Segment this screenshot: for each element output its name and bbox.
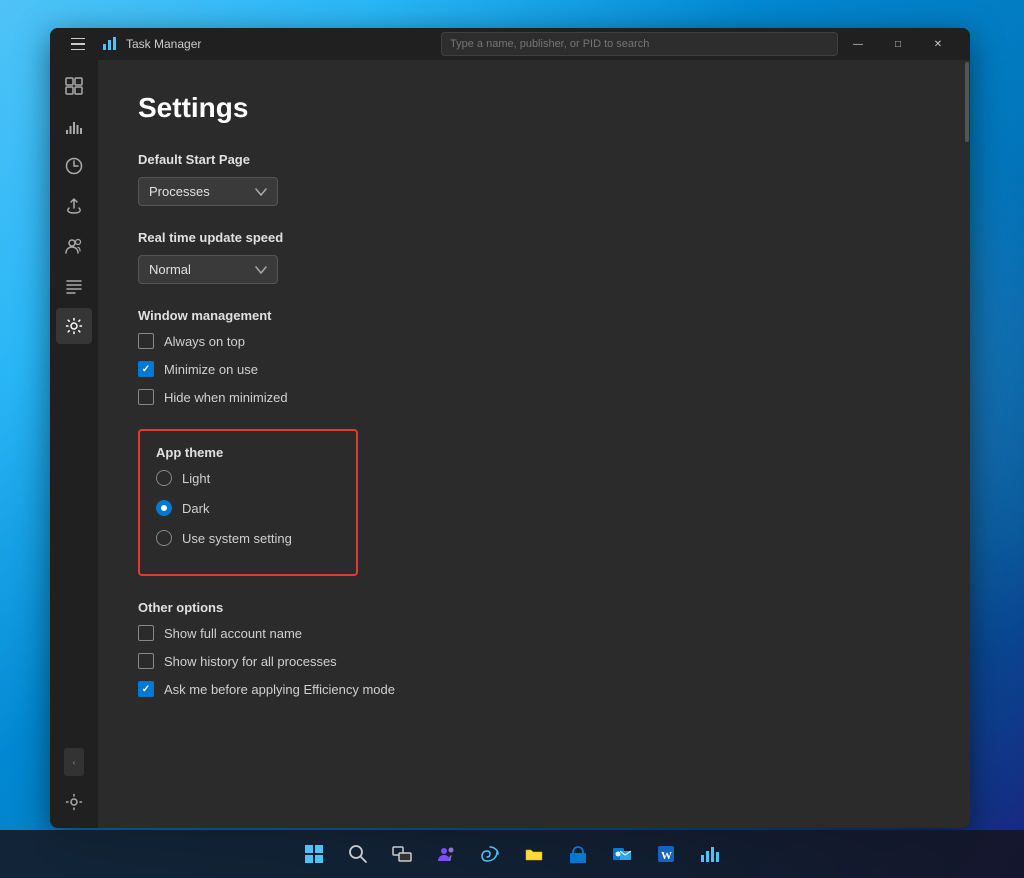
store-icon xyxy=(568,844,588,864)
minimize-on-use-label: Minimize on use xyxy=(164,362,258,377)
page-title: Settings xyxy=(138,92,924,124)
dropdown-value: Processes xyxy=(149,184,210,199)
taskbar-store-button[interactable] xyxy=(558,834,598,874)
other-options-label: Other options xyxy=(138,600,924,615)
explorer-icon xyxy=(524,844,544,864)
always-on-top-checkbox[interactable] xyxy=(138,333,154,349)
app-icon xyxy=(102,36,118,52)
window-title: Task Manager xyxy=(126,37,201,51)
search-icon xyxy=(348,844,368,864)
sidebar-collapse-button[interactable]: ‹ xyxy=(64,748,84,776)
checkbox-hide-when-minimized[interactable]: Hide when minimized xyxy=(138,389,924,405)
task-manager-icon xyxy=(700,844,720,864)
sidebar-item-users[interactable] xyxy=(56,228,92,264)
section-other-options: Other options Show full account name Sho… xyxy=(138,600,924,697)
window-controls: — □ ✕ xyxy=(838,28,958,60)
outlook-icon xyxy=(612,844,632,864)
radio-dark[interactable]: Dark xyxy=(156,500,340,516)
app-theme-section: App theme Light Dark Use system setting xyxy=(138,429,358,576)
taskview-icon xyxy=(392,844,412,864)
update-speed-label: Real time update speed xyxy=(138,230,924,245)
default-start-page-dropdown[interactable]: Processes xyxy=(138,177,278,206)
taskbar-teams-button[interactable] xyxy=(426,834,466,874)
taskbar-word-button[interactable]: W xyxy=(646,834,686,874)
section-default-start-page: Default Start Page Processes xyxy=(138,152,924,206)
main-layout: ‹ Settings Default Start Page Processes xyxy=(50,60,970,828)
maximize-button[interactable]: □ xyxy=(878,28,918,60)
sidebar-item-settings[interactable] xyxy=(56,308,92,344)
checkbox-minimize-on-use[interactable]: Minimize on use xyxy=(138,361,924,377)
title-bar-left: Task Manager xyxy=(62,28,441,60)
taskbar-outlook-button[interactable] xyxy=(602,834,642,874)
system-radio[interactable] xyxy=(156,530,172,546)
radio-system[interactable]: Use system setting xyxy=(156,530,340,546)
chevron-down-icon xyxy=(255,188,267,196)
search-bar[interactable] xyxy=(441,32,838,56)
efficiency-mode-checkbox[interactable] xyxy=(138,681,154,697)
taskbar-taskview-button[interactable] xyxy=(382,834,422,874)
sidebar-item-startup[interactable] xyxy=(56,188,92,224)
sidebar-item-processes[interactable] xyxy=(56,68,92,104)
task-manager-window: Task Manager — □ ✕ xyxy=(50,28,970,828)
chevron-down-icon xyxy=(255,266,267,274)
taskbar-edge-button[interactable] xyxy=(470,834,510,874)
section-window-management: Window management Always on top Minimize… xyxy=(138,308,924,405)
show-account-name-checkbox[interactable] xyxy=(138,625,154,641)
sidebar-item-details[interactable] xyxy=(56,268,92,304)
section-update-speed: Real time update speed Normal xyxy=(138,230,924,284)
search-input[interactable] xyxy=(450,38,829,50)
sidebar-item-gear[interactable] xyxy=(56,784,92,820)
sidebar-bottom: ‹ xyxy=(50,748,98,828)
sidebar-item-performance[interactable] xyxy=(56,108,92,144)
windows-logo-icon xyxy=(304,844,324,864)
scrollbar-track[interactable] xyxy=(964,60,970,828)
taskbar-search-button[interactable] xyxy=(338,834,378,874)
show-history-checkbox[interactable] xyxy=(138,653,154,669)
app-theme-label: App theme xyxy=(156,445,340,460)
hide-when-minimized-label: Hide when minimized xyxy=(164,390,288,405)
taskbar: W xyxy=(0,830,1024,878)
teams-icon xyxy=(436,844,456,864)
radio-light[interactable]: Light xyxy=(156,470,340,486)
efficiency-mode-label: Ask me before applying Efficiency mode xyxy=(164,682,395,697)
taskbar-start-button[interactable] xyxy=(294,834,334,874)
sidebar: ‹ xyxy=(50,60,98,828)
default-start-page-label: Default Start Page xyxy=(138,152,924,167)
hide-when-minimized-checkbox[interactable] xyxy=(138,389,154,405)
update-speed-dropdown[interactable]: Normal xyxy=(138,255,278,284)
word-icon: W xyxy=(656,844,676,864)
title-bar: Task Manager — □ ✕ xyxy=(50,28,970,60)
checkbox-always-on-top[interactable]: Always on top xyxy=(138,333,924,349)
checkbox-show-account-name[interactable]: Show full account name xyxy=(138,625,924,641)
checkbox-efficiency-mode[interactable]: Ask me before applying Efficiency mode xyxy=(138,681,924,697)
sidebar-nav xyxy=(56,68,92,748)
hamburger-button[interactable] xyxy=(62,28,94,60)
system-radio-label: Use system setting xyxy=(182,531,292,546)
sidebar-item-app-history[interactable] xyxy=(56,148,92,184)
checkbox-show-history[interactable]: Show history for all processes xyxy=(138,653,924,669)
light-radio-label: Light xyxy=(182,471,210,486)
minimize-button[interactable]: — xyxy=(838,28,878,60)
window-management-label: Window management xyxy=(138,308,924,323)
update-speed-value: Normal xyxy=(149,262,191,277)
show-account-name-label: Show full account name xyxy=(164,626,302,641)
settings-content: Settings Default Start Page Processes Re… xyxy=(98,60,964,828)
taskbar-explorer-button[interactable] xyxy=(514,834,554,874)
edge-icon xyxy=(480,844,500,864)
light-radio[interactable] xyxy=(156,470,172,486)
minimize-on-use-checkbox[interactable] xyxy=(138,361,154,377)
dark-radio-label: Dark xyxy=(182,501,209,516)
show-history-label: Show history for all processes xyxy=(164,654,337,669)
scrollbar-thumb[interactable] xyxy=(965,62,969,142)
dark-radio[interactable] xyxy=(156,500,172,516)
close-button[interactable]: ✕ xyxy=(918,28,958,60)
svg-text:W: W xyxy=(661,850,672,862)
always-on-top-label: Always on top xyxy=(164,334,245,349)
taskbar-taskmanager-button[interactable] xyxy=(690,834,730,874)
